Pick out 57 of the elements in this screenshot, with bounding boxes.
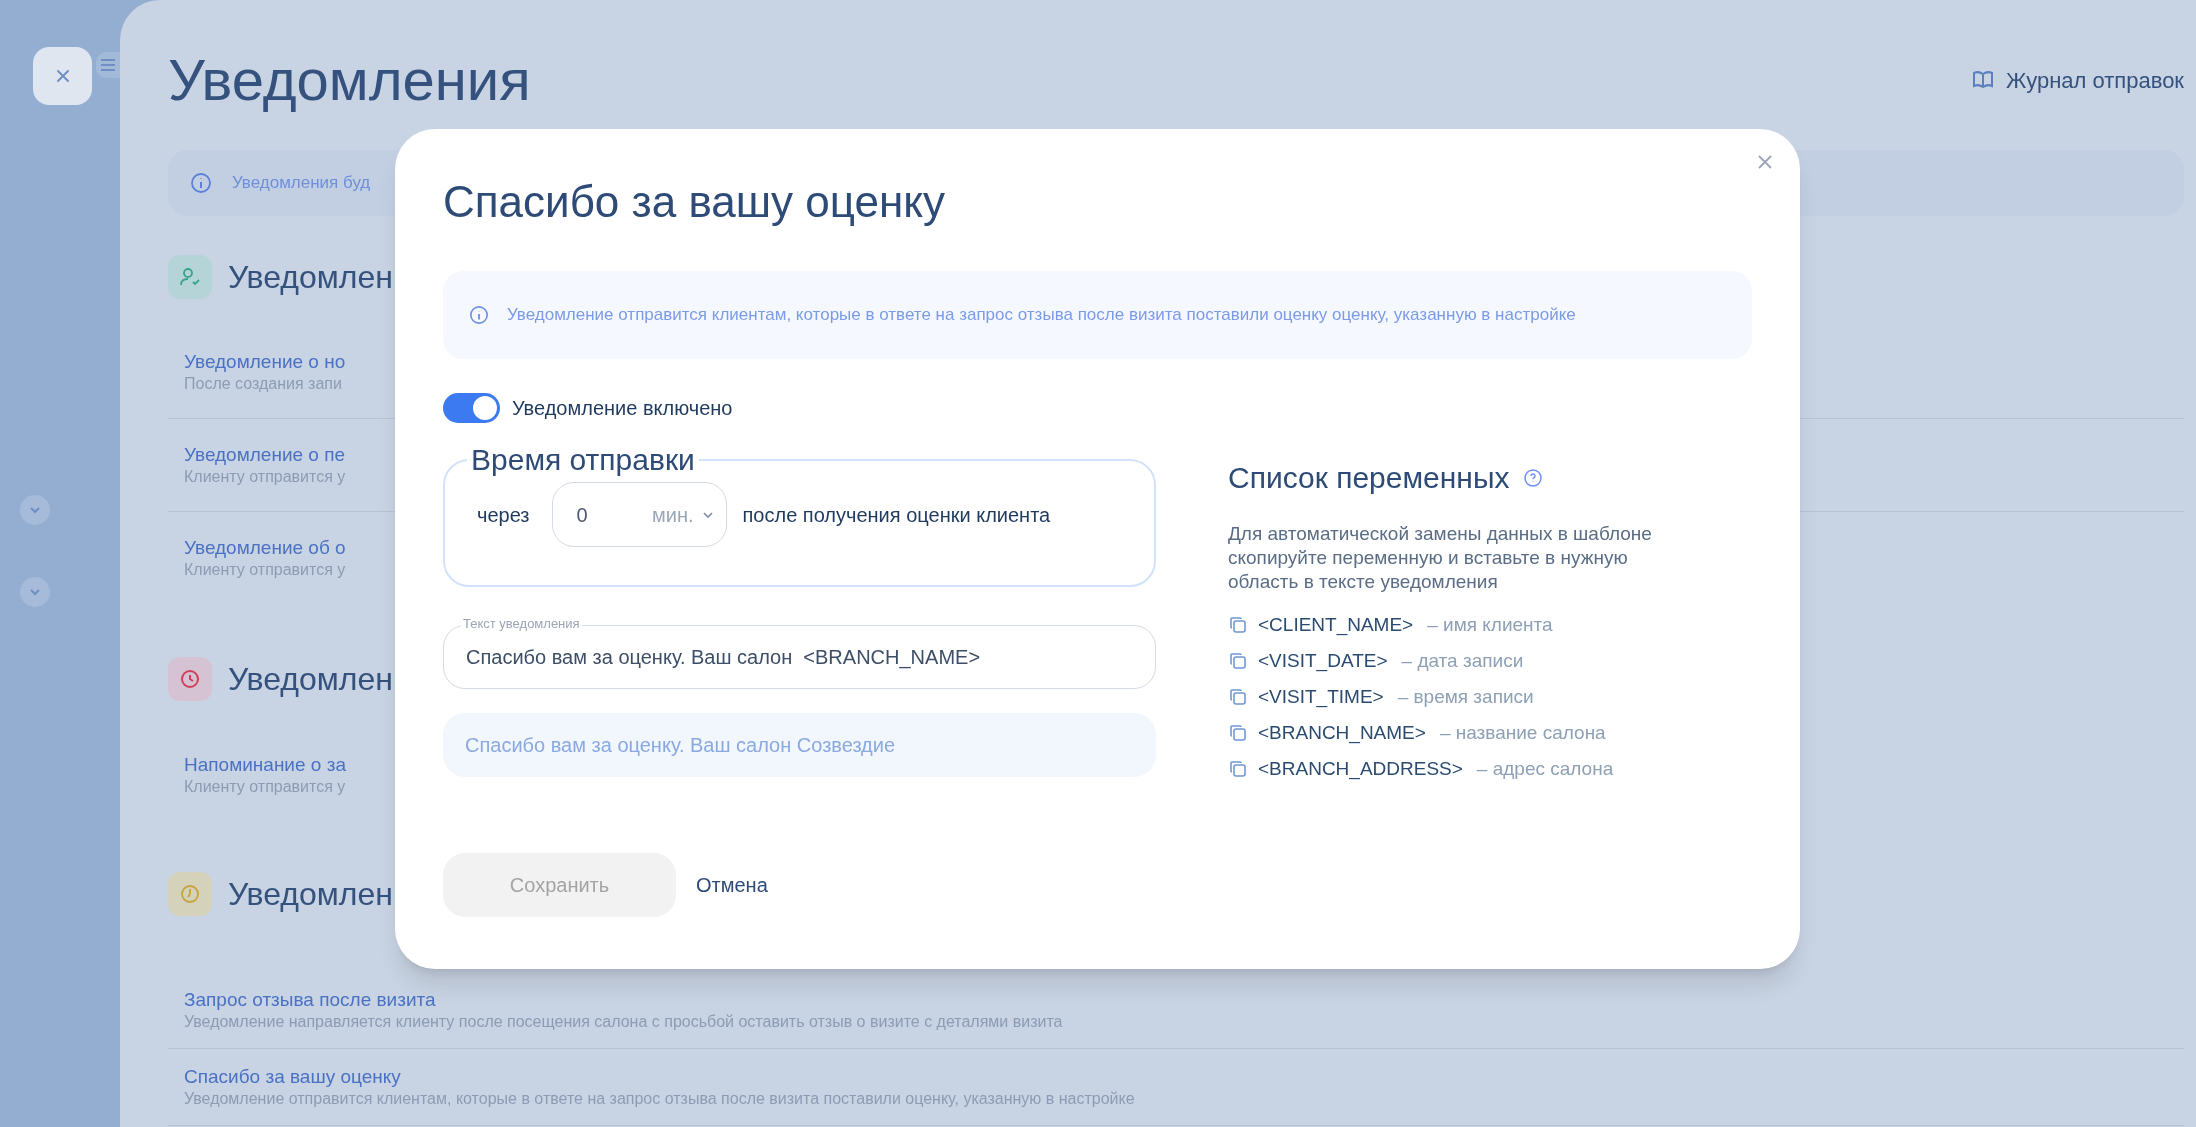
log-link[interactable]: Журнал отправок xyxy=(1972,63,2184,97)
notification-link[interactable]: Спасибо за вашу оценку xyxy=(184,1065,401,1089)
variable-name: <BRANCH_ADDRESS> xyxy=(1258,757,1463,782)
variable-description: – дата записи xyxy=(1401,649,1524,673)
book-icon xyxy=(1972,70,1995,90)
info-icon xyxy=(190,172,212,194)
page-title: Уведомления xyxy=(168,46,531,114)
variable-description: – название салона xyxy=(1439,721,1606,745)
variable-description: – время записи xyxy=(1397,685,1534,709)
menu-icon[interactable] xyxy=(96,52,120,78)
field-label: после получения оценки клиента xyxy=(742,502,1051,528)
notification-description: Клиенту отправится у xyxy=(184,560,346,580)
variable-name: <BRANCH_NAME> xyxy=(1258,721,1426,746)
person-check-icon xyxy=(168,255,212,299)
notification-description: Клиенту отправится у xyxy=(184,777,346,797)
variable-description: – имя клиента xyxy=(1427,613,1553,637)
section-title: Уведомлен xyxy=(228,875,393,914)
close-icon[interactable] xyxy=(1756,153,1774,171)
field-label: через xyxy=(477,502,530,528)
notification-link[interactable]: Уведомление о но xyxy=(184,350,346,374)
section-title: Список переменных xyxy=(1228,460,1510,496)
info-text: Уведомления буд xyxy=(232,172,371,195)
toggle-switch[interactable] xyxy=(443,393,500,423)
clock-icon xyxy=(168,657,212,701)
section-title: Уведомлен xyxy=(228,660,393,699)
notification-link[interactable]: Напоминание о за xyxy=(184,753,346,777)
variable-name: <VISIT_TIME> xyxy=(1258,685,1384,710)
notification-link[interactable]: Запрос отзыва после визита xyxy=(184,988,436,1012)
help-icon[interactable] xyxy=(1523,467,1544,488)
variables-description: Для автоматической замены данных в шаблоне скопируйте переменную и вставьте в нужную область в тексте уведомления xyxy=(1228,522,1653,594)
copy-icon[interactable] xyxy=(1228,615,1248,635)
chevron-down-icon[interactable] xyxy=(20,577,50,607)
preview-text: Спасибо вам за оценку. Ваш салон Созвездие xyxy=(443,713,1156,777)
chevron-down-icon[interactable] xyxy=(20,495,50,525)
copy-icon[interactable] xyxy=(1228,723,1248,743)
variable-name: <CLIENT_NAME> xyxy=(1258,613,1414,638)
dialog-title: Спасибо за вашу оценку xyxy=(443,177,946,227)
info-text: Уведомление отправится клиентам, которые в ответе на запрос отзыва после визита поставили оценку оценку, указанную в настройке xyxy=(507,304,1577,326)
group-title: Время отправки xyxy=(470,442,696,478)
notification-link[interactable]: Уведомление об о xyxy=(184,536,346,560)
notification-description: Уведомление направляется клиенту после посещения салона с просьбой оставить отзыв о визите с деталями визита xyxy=(184,1012,1063,1032)
toggle-label: Уведомление включено xyxy=(512,396,733,421)
section-title: Уведомлен xyxy=(228,258,393,297)
info-icon xyxy=(469,305,489,325)
minutes-select[interactable]: 0 мин. xyxy=(551,482,727,547)
variable-description: – адрес салона xyxy=(1476,757,1614,781)
copy-icon[interactable] xyxy=(1228,651,1248,671)
notification-description: После создания запи xyxy=(184,374,342,394)
clock-icon xyxy=(168,872,212,916)
cancel-button[interactable]: Отмена xyxy=(696,870,768,900)
copy-icon[interactable] xyxy=(1228,687,1248,707)
notification-description: Клиенту отправится у xyxy=(184,467,346,487)
notification-link[interactable]: Уведомление о пе xyxy=(184,443,346,467)
notification-description: Уведомление отправится клиентам, которые в ответе на запрос отзыва после визита поставили оценку, указанную в настройке xyxy=(184,1089,1135,1109)
close-button[interactable] xyxy=(33,47,92,105)
copy-icon[interactable] xyxy=(1228,759,1248,779)
variable-name: <VISIT_DATE> xyxy=(1258,649,1388,674)
